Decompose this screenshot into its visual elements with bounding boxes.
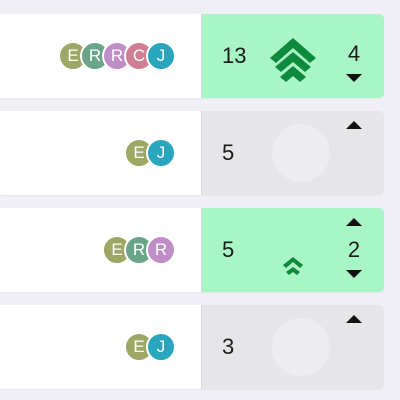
- score-value: 3: [222, 334, 235, 359]
- card-score-panel: 5: [202, 111, 384, 195]
- avatar: J: [146, 138, 176, 168]
- card-main[interactable]: E R R: [0, 208, 202, 292]
- downvote-arrow-icon[interactable]: [346, 74, 362, 82]
- vote-control: [344, 111, 364, 195]
- card-main[interactable]: E J: [0, 305, 202, 389]
- avatar-group: E J: [124, 138, 176, 168]
- upvote-arrow-icon[interactable]: [346, 218, 362, 226]
- vote-control: 4: [344, 14, 364, 98]
- vote-control: 2: [344, 208, 364, 292]
- avatar: J: [146, 332, 176, 362]
- avatar: R: [146, 235, 176, 265]
- card[interactable]: E J 3: [0, 305, 384, 389]
- score-value: 5: [222, 140, 235, 165]
- rank-placeholder: [272, 318, 330, 376]
- chevron-stroke: [283, 257, 303, 275]
- vote-count: 4: [347, 41, 361, 66]
- upvote-arrow-icon[interactable]: [346, 121, 362, 129]
- score-value: 13: [222, 43, 247, 68]
- avatar: J: [146, 41, 176, 71]
- downvote-arrow-icon[interactable]: [346, 270, 362, 278]
- card-main[interactable]: E R R C J: [0, 14, 202, 98]
- rank-placeholder: [272, 124, 330, 182]
- card[interactable]: E R R C J 13 4: [0, 14, 384, 98]
- card-score-panel: 5 2: [202, 208, 384, 292]
- double-chevron-up-icon: [283, 257, 303, 275]
- upvote-arrow-icon[interactable]: [346, 315, 362, 323]
- vote-control: [344, 305, 364, 389]
- avatar-group: E R R C J: [58, 41, 176, 71]
- chevron-stroke: [270, 38, 316, 82]
- card-score-panel: 3: [202, 305, 384, 389]
- card-board: E R R C J 13 4 E J 5 E R R 5 2 E J 3: [0, 0, 400, 400]
- triple-chevron-up-icon: [270, 38, 316, 82]
- card-score-panel: 13 4: [202, 14, 384, 98]
- card[interactable]: E J 5: [0, 111, 384, 195]
- avatar-group: E J: [124, 332, 176, 362]
- score-value: 5: [222, 237, 235, 262]
- avatar-group: E R R: [102, 235, 176, 265]
- vote-count: 2: [347, 237, 361, 262]
- card-main[interactable]: E J: [0, 111, 202, 195]
- card[interactable]: E R R 5 2: [0, 208, 384, 292]
